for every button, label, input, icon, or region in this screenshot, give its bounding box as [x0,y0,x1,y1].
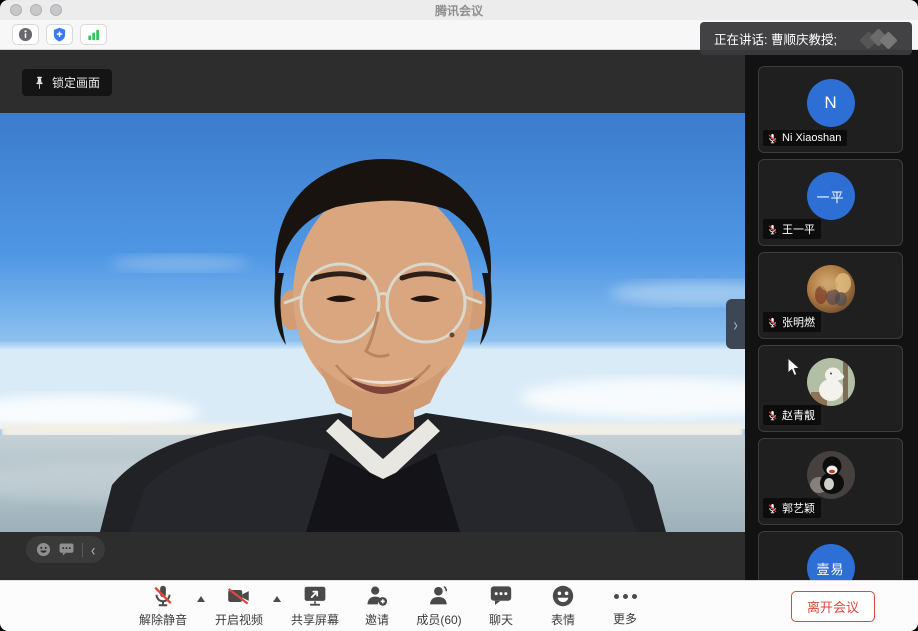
lock-view-button[interactable]: 锁定画面 [22,69,112,96]
main-area: 锁定画面 [0,50,918,580]
avatar: N [807,79,855,127]
reaction-pill: ‹ [26,536,105,563]
members-button[interactable]: 成员(60) [408,584,470,628]
start-video-label: 开启视频 [215,611,263,628]
mic-muted-icon [767,317,778,328]
emoji-label: 表情 [551,611,575,628]
share-screen-icon [303,584,327,608]
more-button[interactable]: 更多 [594,585,656,627]
chat-button[interactable]: 聊天 [470,584,532,628]
painting-avatar-image [807,265,855,313]
participant-name-tag: 王一平 [763,219,821,239]
video-options-caret[interactable] [270,596,284,602]
share-screen-button[interactable]: 共享屏幕 [284,584,346,628]
members-icon [427,584,451,608]
participant-tile[interactable]: 壹易 [758,531,903,580]
chevron-right-icon: › [733,314,737,335]
more-icon [614,585,637,607]
avatar [807,265,855,313]
mic-muted-icon [767,503,778,514]
penguin-avatar-image [807,451,855,499]
active-speaker-text: 正在讲话: 曹顺庆教授; [714,29,837,48]
participant-name-tag: 郭艺颖 [763,498,821,518]
lock-view-label: 锁定画面 [52,74,100,91]
more-label: 更多 [613,610,637,627]
shield-plus-icon [52,27,67,42]
unmute-button[interactable]: 解除静音 [132,584,194,628]
meeting-info-button[interactable] [12,24,39,45]
emoji-button[interactable]: 表情 [532,584,594,628]
leave-meeting-button[interactable]: 离开会议 [791,591,875,622]
mic-muted-icon [767,410,778,421]
caret-up-icon [273,596,281,602]
titlebar: 腾讯会议 [0,0,918,20]
collapse-pill-chevron-icon[interactable]: ‹ [91,541,95,558]
bottom-toolbar: 解除静音 开启视频 共享屏幕 [0,580,918,631]
tencent-meeting-logo-icon [860,28,902,50]
mic-muted-icon [151,584,175,608]
avatar [807,451,855,499]
start-video-button[interactable]: 开启视频 [208,584,270,628]
speaker-stage: 锁定画面 [0,50,745,580]
members-label: 成员(60) [416,611,461,628]
active-speaker-banner: 正在讲话: 曹顺庆教授; [700,22,912,55]
caption-chat-icon[interactable] [59,543,74,556]
participants-sidebar: N Ni Xiaoshan 一平 [745,50,918,580]
participant-name-tag: 赵青靓 [763,405,821,425]
chat-icon [489,584,513,608]
mic-muted-icon [767,224,778,235]
participant-name-tag: 张明燃 [763,312,821,332]
signal-bars-icon [86,27,101,42]
caret-up-icon [197,596,205,602]
participant-tile[interactable]: 张明燃 [758,252,903,339]
sidebar-collapse-handle[interactable]: › [726,299,745,349]
emoji-icon [551,584,575,608]
mouse-cursor [787,357,802,378]
avatar [807,358,855,406]
pill-divider [82,543,83,557]
camera-muted-icon [226,584,252,608]
participant-name: 郭艺颖 [782,500,815,516]
share-screen-label: 共享屏幕 [291,611,339,628]
participant-name: Ni Xiaoshan [782,132,841,144]
participant-tile[interactable]: 一平 王一平 [758,159,903,246]
moomin-avatar-image [807,358,855,406]
participant-name: 赵青靓 [782,407,815,423]
invite-button[interactable]: 邀请 [346,584,408,628]
meeting-window: 腾讯会议 正在讲话: 曹顺庆教授; [0,0,918,631]
speaker-video [0,113,745,532]
avatar: 壹易 [807,544,855,580]
speaker-video-scene [0,113,745,532]
chat-label: 聊天 [489,611,513,628]
unmute-label: 解除静音 [139,611,187,628]
window-title: 腾讯会议 [0,2,918,19]
meeting-security-button[interactable] [46,24,73,45]
participant-name-tag: Ni Xiaoshan [763,130,847,146]
mic-muted-icon [767,133,778,144]
avatar: 一平 [807,172,855,220]
emoji-reaction-icon[interactable] [36,542,51,557]
participant-name: 张明燃 [782,314,815,330]
participant-tile[interactable]: N Ni Xiaoshan [758,66,903,153]
participant-name: 王一平 [782,221,815,237]
invite-icon [365,584,389,608]
info-icon [18,27,33,42]
audio-options-caret[interactable] [194,596,208,602]
network-status-button[interactable] [80,24,107,45]
pin-icon [34,76,45,90]
participant-tile[interactable]: 郭艺颖 [758,438,903,525]
participant-tile[interactable]: 赵青靓 [758,345,903,432]
invite-label: 邀请 [365,611,389,628]
